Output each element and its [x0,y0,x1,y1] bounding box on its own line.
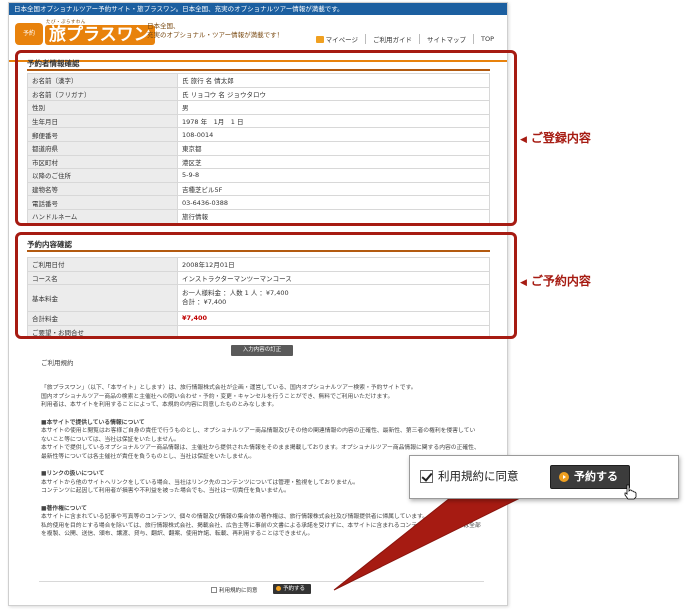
callout-pointer-shape [333,497,521,591]
checkbox-checked-icon [420,469,433,483]
zoom-callout: 利用規約に同意 予約する [409,455,679,500]
callout-pointer [333,497,521,591]
hand-cursor-icon [624,484,637,500]
reserve-button[interactable]: 予約する [550,465,630,489]
tutorial-screenshot: 日本全国オプショナルツアー予約サイト・旅プラスワン。日本全国、充実のオプショナル… [0,0,687,613]
agree-checkbox[interactable]: 利用規約に同意 [420,468,519,484]
agree-label: 利用規約に同意 [438,469,519,483]
reserve-label: 予約する [574,470,618,483]
play-icon [559,472,569,482]
